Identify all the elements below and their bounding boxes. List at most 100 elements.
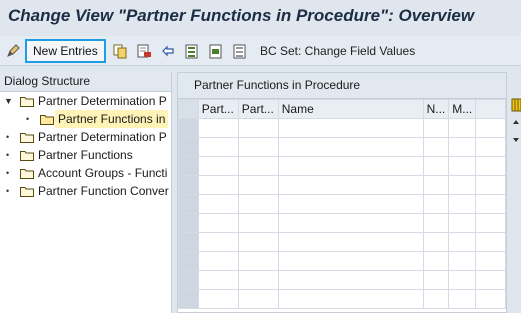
tree-item-partner-determination-procedure[interactable]: ▼ Partner Determination P	[0, 92, 171, 110]
table-cell[interactable]	[448, 118, 477, 138]
table-cell[interactable]	[237, 156, 279, 176]
table-cell[interactable]	[422, 289, 450, 309]
table-cell[interactable]	[422, 251, 450, 271]
table-cell[interactable]	[197, 118, 239, 138]
tree-item-partner-function-conversion[interactable]: • Partner Function Conver	[0, 182, 171, 200]
tree-item-account-groups-function[interactable]: • Account Groups - Functi	[0, 164, 171, 182]
column-header-name[interactable]: Name	[277, 99, 424, 119]
column-header-n[interactable]: N...	[422, 99, 450, 119]
table-cell[interactable]	[448, 213, 477, 233]
delete-icon[interactable]	[136, 43, 152, 59]
tree-item-partner-functions[interactable]: • Partner Functions	[0, 146, 171, 164]
table-cell[interactable]	[448, 251, 477, 271]
table-cell[interactable]	[277, 251, 424, 271]
table-cell[interactable]	[422, 175, 450, 195]
tree-item-partner-determination-procedure-2[interactable]: • Partner Determination P	[0, 128, 171, 146]
table-cell[interactable]	[197, 213, 239, 233]
table-cell	[475, 251, 506, 271]
table-cell[interactable]	[237, 118, 279, 138]
table-cell[interactable]	[237, 251, 279, 271]
table-cell[interactable]	[277, 194, 424, 214]
table-cell[interactable]	[422, 232, 450, 252]
table-cell[interactable]	[422, 194, 450, 214]
table-cell[interactable]	[277, 270, 424, 290]
table-cell[interactable]	[197, 194, 239, 214]
table-cell[interactable]	[448, 194, 477, 214]
select-all-rows-cell[interactable]	[178, 99, 199, 119]
column-header-partner-procedure[interactable]: Part...	[197, 99, 239, 119]
table-cell[interactable]	[448, 289, 477, 309]
folder-icon	[20, 151, 34, 161]
table-cell[interactable]	[277, 232, 424, 252]
table-row[interactable]	[178, 289, 506, 309]
table-cell[interactable]	[448, 175, 477, 195]
table-cell[interactable]	[237, 175, 279, 195]
table-cell[interactable]	[277, 118, 424, 138]
row-selector-cell[interactable]	[178, 213, 199, 233]
table-cell[interactable]	[448, 232, 477, 252]
column-settings-icon[interactable]	[511, 98, 521, 112]
scroll-up-icon[interactable]	[513, 120, 519, 124]
table-cell[interactable]	[277, 137, 424, 157]
row-selector-cell[interactable]	[178, 156, 199, 176]
table-cell[interactable]	[422, 156, 450, 176]
bc-set-change-field-values[interactable]: BC Set: Change Field Values	[260, 44, 415, 58]
table-row[interactable]	[178, 156, 506, 176]
table-cell[interactable]	[197, 137, 239, 157]
table-row[interactable]	[178, 194, 506, 214]
table-cell[interactable]	[277, 175, 424, 195]
table-cell[interactable]	[237, 289, 279, 309]
table-cell[interactable]	[237, 213, 279, 233]
table-cell[interactable]	[277, 213, 424, 233]
table-cell[interactable]	[197, 270, 239, 290]
deselect-all-icon[interactable]	[232, 43, 248, 59]
table-cell[interactable]	[197, 156, 239, 176]
row-selector-cell[interactable]	[178, 137, 199, 157]
copy-icon[interactable]	[112, 43, 128, 59]
table-row[interactable]	[178, 118, 506, 138]
table-cell[interactable]	[422, 137, 450, 157]
table-cell[interactable]	[237, 270, 279, 290]
select-all-icon[interactable]	[184, 43, 200, 59]
scroll-down-icon[interactable]	[513, 138, 519, 142]
table-cell[interactable]	[422, 118, 450, 138]
table-cell[interactable]	[237, 194, 279, 214]
table-cell[interactable]	[237, 232, 279, 252]
column-header-m[interactable]: M...	[448, 99, 477, 119]
row-selector-cell[interactable]	[178, 118, 199, 138]
expanded-triangle-icon[interactable]: ▼	[4, 92, 13, 110]
table-row[interactable]	[178, 137, 506, 157]
table-cell[interactable]	[197, 251, 239, 271]
bullet-icon: •	[6, 132, 10, 142]
row-selector-cell[interactable]	[178, 270, 199, 290]
table-cell[interactable]	[197, 175, 239, 195]
table-cell[interactable]	[422, 270, 450, 290]
new-entries-button[interactable]: New Entries	[25, 39, 106, 63]
table-row[interactable]	[178, 213, 506, 233]
table-cell	[475, 270, 506, 290]
tree-item-partner-functions-in-procedure[interactable]: • Partner Functions in	[0, 110, 171, 128]
table-cell[interactable]	[448, 156, 477, 176]
row-selector-cell[interactable]	[178, 289, 199, 309]
row-selector-cell[interactable]	[178, 232, 199, 252]
table-row[interactable]	[178, 251, 506, 271]
undo-icon[interactable]	[160, 43, 176, 59]
table-cell[interactable]	[448, 137, 477, 157]
table-row[interactable]	[178, 270, 506, 290]
table-cell[interactable]	[422, 213, 450, 233]
table-cell[interactable]	[197, 232, 239, 252]
row-selector-cell[interactable]	[178, 194, 199, 214]
table-cell[interactable]	[448, 270, 477, 290]
table-cell[interactable]	[277, 289, 424, 309]
edit-pencil-icon[interactable]	[5, 43, 21, 59]
select-block-icon[interactable]	[208, 43, 224, 59]
table-cell[interactable]	[277, 156, 424, 176]
table-row[interactable]	[178, 175, 506, 195]
table-cell[interactable]	[237, 137, 279, 157]
table-row[interactable]	[178, 232, 506, 252]
row-selector-cell[interactable]	[178, 251, 199, 271]
row-selector-cell[interactable]	[178, 175, 199, 195]
bullet-icon: •	[26, 114, 30, 124]
table-cell[interactable]	[197, 289, 239, 309]
column-header-partner-function[interactable]: Part...	[237, 99, 279, 119]
